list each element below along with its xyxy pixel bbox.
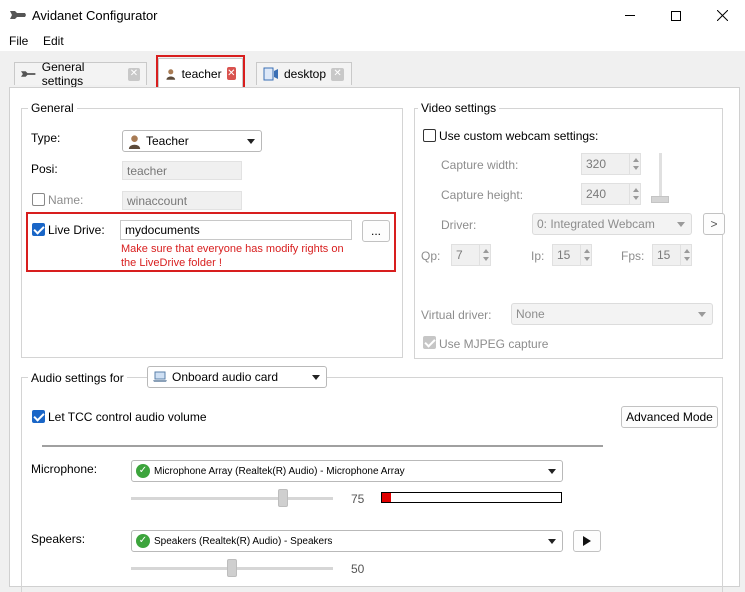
user-icon bbox=[128, 134, 141, 149]
spinner-arrows-icon[interactable] bbox=[479, 245, 490, 265]
check-circle-icon: ✓ bbox=[136, 464, 150, 478]
tab-general-settings[interactable]: General settings ✕ bbox=[14, 60, 147, 88]
capture-height-value: 240 bbox=[586, 187, 607, 201]
capture-width-label: Capture width: bbox=[441, 158, 519, 172]
capture-size-slider-track bbox=[659, 153, 662, 201]
name-field[interactable]: winaccount bbox=[122, 191, 242, 210]
mjpeg-checkbox[interactable] bbox=[423, 336, 436, 349]
chevron-down-icon bbox=[247, 139, 255, 144]
app-icon bbox=[9, 8, 27, 25]
microphone-volume-thumb[interactable] bbox=[277, 489, 288, 507]
menu-file[interactable]: File bbox=[9, 34, 28, 48]
audio-group-label: Audio settings for bbox=[28, 371, 127, 385]
maximize-icon bbox=[671, 10, 681, 21]
capture-size-slider-thumb[interactable] bbox=[651, 196, 669, 203]
microphone-volume-value: 75 bbox=[351, 492, 365, 506]
spinner-arrows-icon[interactable] bbox=[680, 245, 691, 265]
posi-label: Posi: bbox=[31, 162, 58, 176]
menu-edit[interactable]: Edit bbox=[43, 34, 64, 48]
microphone-value: Microphone Array (Realtek(R) Audio) - Mi… bbox=[154, 465, 405, 477]
ip-label: Ip: bbox=[531, 249, 545, 263]
capture-height-label: Capture height: bbox=[441, 188, 524, 202]
microphone-volume-track bbox=[131, 497, 333, 500]
tcc-volume-checkbox[interactable] bbox=[32, 410, 45, 423]
chevron-down-icon bbox=[698, 312, 706, 317]
chevron-down-icon bbox=[677, 222, 685, 227]
driver-label: Driver: bbox=[441, 218, 477, 232]
name-checkbox[interactable] bbox=[32, 193, 45, 206]
minimize-button[interactable] bbox=[607, 0, 653, 31]
microphone-select[interactable]: ✓ Microphone Array (Realtek(R) Audio) - … bbox=[131, 460, 563, 482]
microphone-level-meter-bar bbox=[381, 492, 562, 503]
tab-label: desktop bbox=[284, 67, 327, 81]
type-select[interactable]: Teacher bbox=[122, 130, 262, 152]
fps-label: Fps: bbox=[621, 249, 645, 263]
desktop-icon bbox=[263, 67, 278, 81]
laptop-icon bbox=[153, 371, 167, 382]
speakers-volume-value: 50 bbox=[351, 562, 365, 576]
menu-bar: File Edit bbox=[0, 31, 745, 51]
speakers-select[interactable]: ✓ Speakers (Realtek(R) Audio) - Speakers bbox=[131, 530, 563, 552]
check-circle-icon: ✓ bbox=[136, 534, 150, 548]
fps-value: 15 bbox=[657, 248, 671, 262]
chevron-down-icon bbox=[312, 375, 320, 380]
ip-value: 15 bbox=[557, 248, 571, 262]
play-button[interactable] bbox=[573, 530, 601, 552]
audio-card-value: Onboard audio card bbox=[172, 370, 279, 384]
play-icon bbox=[583, 536, 591, 546]
chevron-down-icon bbox=[548, 469, 556, 474]
qp-spinner[interactable]: 7 bbox=[451, 244, 491, 266]
driver-more-button[interactable]: > bbox=[703, 213, 725, 235]
name-label: Name: bbox=[48, 193, 84, 207]
maximize-button[interactable] bbox=[653, 0, 699, 31]
type-label: Type: bbox=[31, 131, 61, 145]
advanced-mode-button[interactable]: Advanced Mode bbox=[621, 406, 718, 428]
custom-webcam-checkbox[interactable] bbox=[423, 129, 436, 142]
driver-value: 0: Integrated Webcam bbox=[537, 217, 655, 231]
speakers-volume-thumb[interactable] bbox=[227, 559, 237, 577]
ip-spinner[interactable]: 15 bbox=[552, 244, 592, 266]
audio-card-select[interactable]: Onboard audio card bbox=[147, 366, 327, 388]
audio-separator bbox=[42, 445, 603, 447]
chevron-down-icon bbox=[548, 539, 556, 544]
spinner-arrows-icon[interactable] bbox=[629, 184, 640, 204]
minimize-icon bbox=[625, 15, 635, 16]
posi-field[interactable]: teacher bbox=[122, 161, 242, 180]
qp-label: Qp: bbox=[421, 249, 441, 263]
custom-webcam-label: Use custom webcam settings: bbox=[439, 129, 599, 143]
microphone-level-fill bbox=[382, 493, 391, 502]
tab-close-icon[interactable]: ✕ bbox=[331, 67, 345, 81]
mjpeg-label: Use MJPEG capture bbox=[439, 337, 549, 351]
fps-spinner[interactable]: 15 bbox=[652, 244, 692, 266]
tab-close-icon[interactable]: ✕ bbox=[127, 67, 140, 81]
tcc-volume-label: Let TCC control audio volume bbox=[48, 410, 207, 424]
tab-desktop[interactable]: desktop ✕ bbox=[256, 62, 352, 85]
capture-width-spinner[interactable]: 320 bbox=[581, 153, 641, 175]
type-value: Teacher bbox=[146, 134, 189, 148]
tab-label: General settings bbox=[41, 60, 85, 88]
spinner-arrows-icon[interactable] bbox=[629, 154, 640, 174]
qp-value: 7 bbox=[456, 248, 463, 262]
title-bar: Avidanet Configurator bbox=[0, 0, 745, 31]
capture-height-spinner[interactable]: 240 bbox=[581, 183, 641, 205]
close-button[interactable] bbox=[699, 0, 745, 31]
live-drive-highlight bbox=[26, 212, 396, 272]
microphone-label: Microphone: bbox=[31, 462, 98, 476]
speakers-label: Speakers: bbox=[31, 532, 86, 546]
close-icon bbox=[716, 10, 728, 21]
video-group-label: Video settings bbox=[418, 101, 500, 115]
window-title: Avidanet Configurator bbox=[32, 8, 158, 23]
general-group-label: General bbox=[28, 101, 77, 115]
speakers-value: Speakers (Realtek(R) Audio) - Speakers bbox=[154, 535, 333, 547]
virtual-driver-select[interactable]: None bbox=[511, 303, 713, 325]
capture-width-value: 320 bbox=[586, 157, 607, 171]
spinner-arrows-icon[interactable] bbox=[580, 245, 591, 265]
wrench-icon bbox=[21, 71, 36, 77]
virtual-driver-value: None bbox=[516, 307, 545, 321]
driver-select[interactable]: 0: Integrated Webcam bbox=[532, 213, 692, 235]
virtual-driver-label: Virtual driver: bbox=[421, 308, 492, 322]
